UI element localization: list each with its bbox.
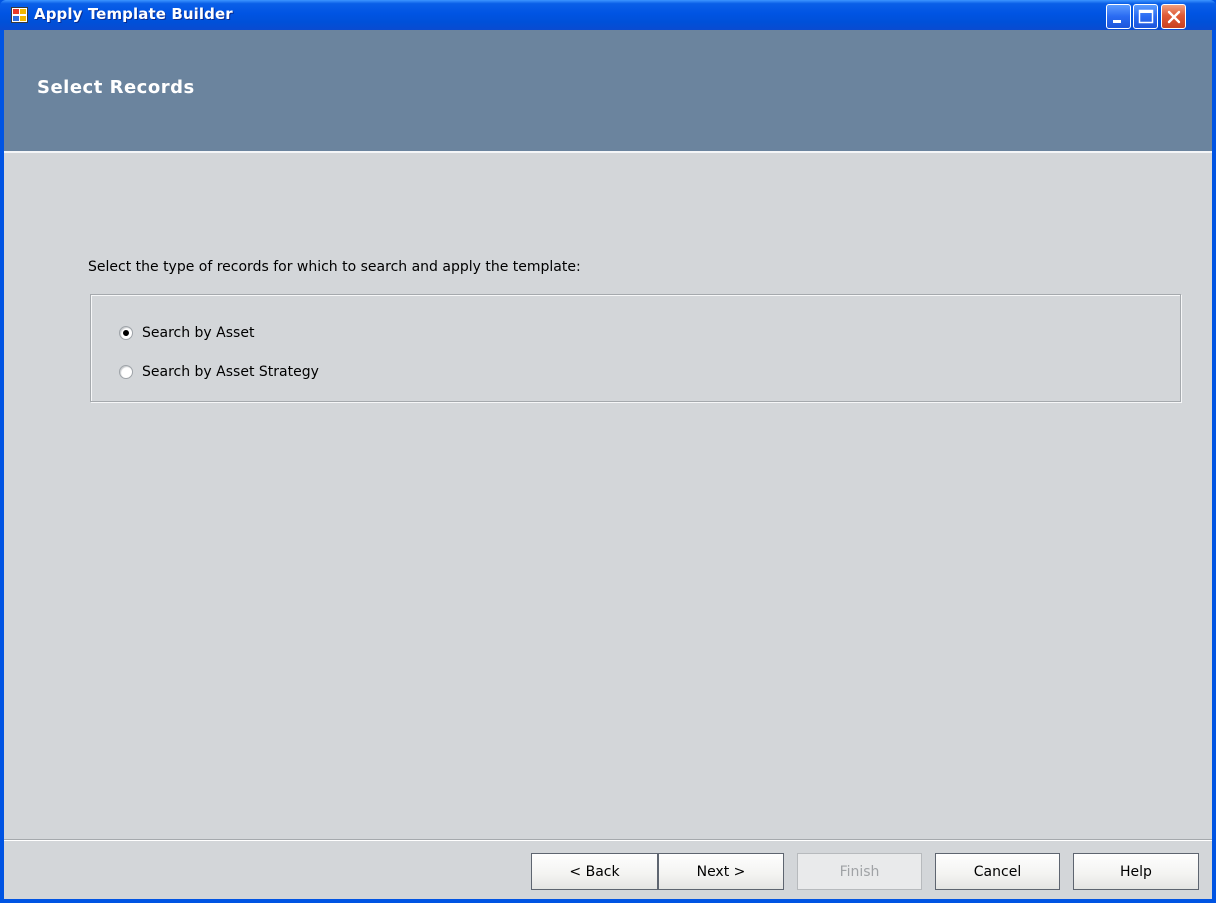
cancel-button[interactable]: Cancel [935,853,1060,890]
search-by-asset-label[interactable]: Search by Asset [142,325,254,341]
footer-divider [4,839,1212,841]
next-button[interactable]: Next > [658,853,784,890]
wizard-client-area: Select Records Select the type of record… [4,30,1212,899]
minimize-button[interactable] [1106,4,1131,29]
maximize-icon [1138,9,1154,24]
minimize-icon [1113,20,1121,23]
help-button[interactable]: Help [1073,853,1199,890]
radio-dot-icon [123,330,129,336]
close-icon [1167,10,1181,24]
radio-unselected[interactable] [119,365,133,379]
wizard-header: Select Records [4,30,1212,153]
search-by-asset-strategy-option[interactable]: Search by Asset Strategy [119,362,319,382]
search-by-asset-strategy-label[interactable]: Search by Asset Strategy [142,364,319,380]
app-icon [11,7,28,23]
finish-button[interactable]: Finish [797,853,922,890]
close-button[interactable] [1161,4,1186,29]
title-bar[interactable]: Apply Template Builder [0,0,1216,30]
search-by-asset-option[interactable]: Search by Asset [119,323,254,343]
maximize-button[interactable] [1133,4,1158,29]
record-type-group: Search by Asset Search by Asset Strategy [90,294,1181,402]
instruction-text: Select the type of records for which to … [88,259,581,275]
window-title: Apply Template Builder [34,5,233,23]
page-title: Select Records [37,77,195,98]
back-button[interactable]: < Back [531,853,658,890]
app-window: Apply Template Builder Select Records Se… [0,0,1216,903]
radio-selected[interactable] [119,326,133,340]
window-frame-bottom [0,899,1216,903]
